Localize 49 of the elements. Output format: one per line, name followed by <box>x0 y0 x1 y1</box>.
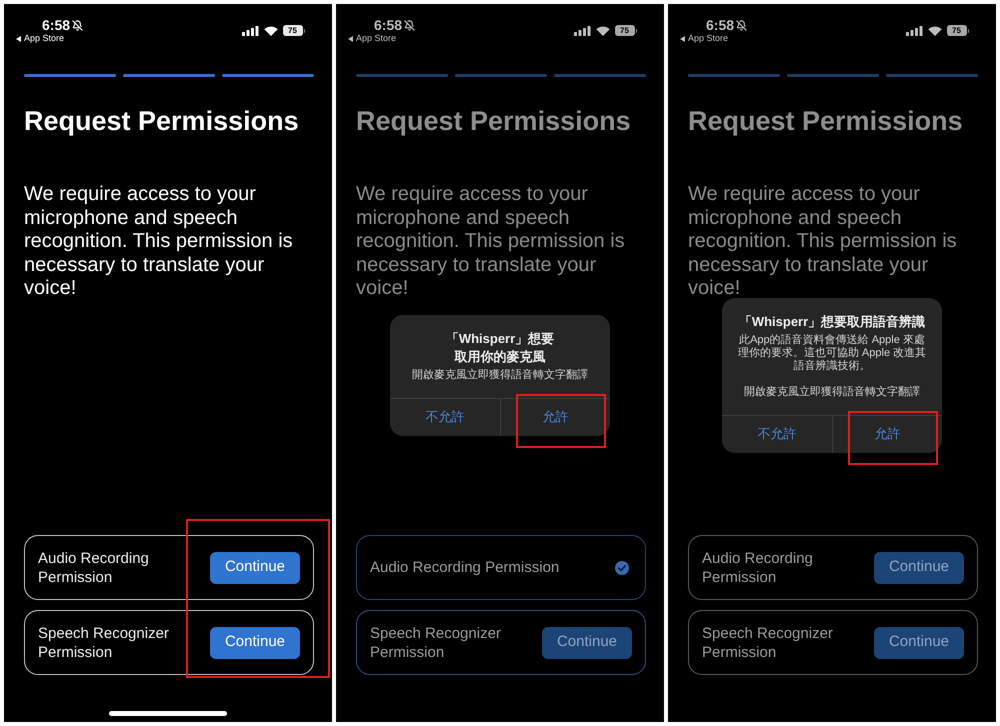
continue-button[interactable]: Continue <box>210 552 300 584</box>
dialog-button[interactable]: 允許 <box>500 398 610 436</box>
wifi-icon <box>264 26 278 36</box>
status-time: 6:58 <box>42 17 70 33</box>
screen-title: Request Permissions <box>687 105 964 137</box>
back-button[interactable]: App Store <box>680 33 748 44</box>
dialog-title: 取用你的麥克風 <box>454 348 546 366</box>
continue-button[interactable]: Continue <box>210 626 300 658</box>
bell-off-icon <box>72 20 84 30</box>
permission-label: Speech Recognizer Permission <box>370 624 502 662</box>
dialog-button[interactable]: 不允許 <box>390 398 500 436</box>
dialog-message: 開啟麥克風立即獲得語音轉文字翻譯 <box>412 368 588 382</box>
back-icon <box>16 36 21 42</box>
permission-message: We require access to your microphone and speech recognition. This permission is necessary to translate your voice! <box>24 183 294 300</box>
continue-button[interactable]: Continue <box>874 626 964 658</box>
dialog-message: 開啟麥克風立即獲得語音轉文字翻譯 <box>744 386 920 398</box>
dialog-message: 此App的語音資料會傳送給 Apple 來處理你的要求。這也可協助 Apple 改進其語音辨識技術。 <box>736 334 928 372</box>
bell-off-icon <box>736 20 748 30</box>
dialog-title: 「Whisperr」想要取用語音辨識 <box>738 312 926 330</box>
dialog-button[interactable]: 允許 <box>832 416 942 452</box>
permission-label: Audio Recording Permission <box>370 558 560 577</box>
dialog-button[interactable]: 不允許 <box>722 416 832 452</box>
check-circle-icon <box>615 560 629 574</box>
permission-message: We require access to your microphone and speech recognition. This permission is necessary to translate your voice! <box>356 183 626 300</box>
back-button[interactable]: App Store <box>16 33 84 44</box>
wifi-icon <box>928 26 942 36</box>
continue-button[interactable]: Continue <box>542 626 632 658</box>
battery-indicator: 75 <box>614 25 637 36</box>
signal-icon <box>906 26 922 36</box>
permission-label: Speech Recognizer Permission <box>702 624 834 662</box>
permission-label: Speech Recognizer Permission <box>38 624 170 662</box>
dialog-title: 「Whisperr」想要 <box>446 330 554 348</box>
back-icon <box>680 36 685 42</box>
permission-label: Audio Recording Permission <box>702 548 814 586</box>
wifi-icon <box>596 26 610 36</box>
signal-icon <box>574 26 590 36</box>
bell-off-icon <box>404 20 416 30</box>
continue-button[interactable]: Continue <box>874 552 964 584</box>
back-button[interactable]: App Store <box>348 33 416 44</box>
battery-indicator: 75 <box>282 25 305 36</box>
status-time: 6:58 <box>706 17 734 33</box>
battery-indicator: 75 <box>946 25 969 36</box>
back-icon <box>348 36 353 42</box>
permission-message: We require access to your microphone and speech recognition. This permission is necessary to translate your voice! <box>688 183 958 300</box>
status-time: 6:58 <box>374 17 402 33</box>
permission-label: Audio Recording Permission <box>38 548 150 586</box>
screen-title: Request Permissions <box>23 105 300 137</box>
signal-icon <box>242 26 258 36</box>
screen-title: Request Permissions <box>355 105 632 137</box>
